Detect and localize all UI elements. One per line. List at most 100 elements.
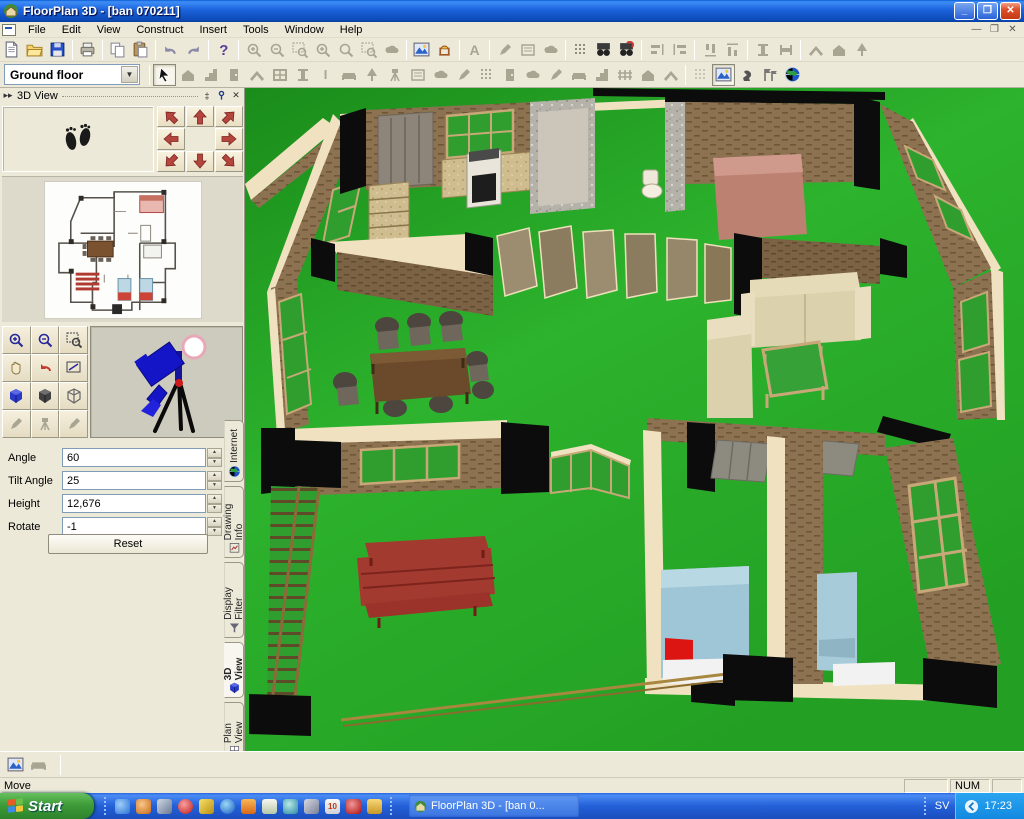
media-app-icon[interactable] xyxy=(178,799,193,814)
view-cone-button[interactable] xyxy=(31,410,60,438)
angle-field[interactable]: 60 xyxy=(62,448,206,467)
restore-button[interactable]: ❐ xyxy=(977,2,998,20)
find-replace-button[interactable] xyxy=(615,39,638,61)
webcam-app-icon[interactable] xyxy=(283,799,298,814)
center-h-button[interactable] xyxy=(804,39,827,61)
zoom-full-view-button[interactable] xyxy=(59,354,88,382)
mdi-close-button[interactable]: ✕ xyxy=(1005,24,1020,35)
security-app-icon[interactable] xyxy=(304,799,319,814)
walk-back-button[interactable] xyxy=(186,151,214,172)
menu-tools[interactable]: Tools xyxy=(235,23,277,37)
floorplan-shortcut-icon[interactable] xyxy=(136,799,151,814)
sun-position-button[interactable] xyxy=(59,410,88,438)
brick-tool-button[interactable] xyxy=(636,64,659,86)
tray-status-icon[interactable] xyxy=(964,799,979,814)
view-3d-button[interactable] xyxy=(712,64,735,86)
roof-tool-button[interactable] xyxy=(245,64,268,86)
shadow-button[interactable] xyxy=(539,39,562,61)
tab-3d-view[interactable]: 3D View xyxy=(224,642,244,698)
align-top-button[interactable] xyxy=(698,39,721,61)
menu-help[interactable]: Help xyxy=(332,23,371,37)
tab-internet[interactable]: Internet xyxy=(224,420,244,482)
tab-drawing-info[interactable]: Drawing Info xyxy=(224,486,244,558)
terrain-tool-button[interactable] xyxy=(452,64,475,86)
annotate-button[interactable] xyxy=(493,39,516,61)
align-left-button[interactable] xyxy=(645,39,668,61)
walk-forward-button[interactable] xyxy=(186,106,214,127)
opening-tool-button[interactable] xyxy=(291,64,314,86)
internet-explorer-icon[interactable] xyxy=(115,799,130,814)
pan-view-button[interactable] xyxy=(380,39,403,61)
panel-resize-icon[interactable]: ‡ xyxy=(202,91,212,101)
zoom-previous-button[interactable] xyxy=(334,39,357,61)
tilt-angle-spinner[interactable]: ▲▼ xyxy=(207,471,222,490)
materials-button[interactable] xyxy=(516,39,539,61)
beam-tool-button[interactable]: I xyxy=(314,64,337,86)
hidden-line-button[interactable] xyxy=(31,382,60,410)
snap-grid-button[interactable] xyxy=(569,39,592,61)
wall-tool-button[interactable] xyxy=(176,64,199,86)
zoom-region-button[interactable] xyxy=(59,326,88,354)
height-field[interactable]: 12,676 xyxy=(62,494,206,513)
zoom-window-button[interactable] xyxy=(288,39,311,61)
print-button[interactable] xyxy=(76,39,99,61)
center-v-button[interactable] xyxy=(827,39,850,61)
calendar-icon[interactable]: 10 xyxy=(325,799,340,814)
render-scene-button[interactable] xyxy=(410,39,433,61)
menu-construct[interactable]: Construct xyxy=(128,23,191,37)
start-button[interactable]: Start xyxy=(0,793,94,819)
dialer-icon[interactable] xyxy=(346,799,361,814)
undo-button[interactable] xyxy=(159,39,182,61)
walk-up-right-button[interactable] xyxy=(215,106,243,127)
fence-tool-button[interactable] xyxy=(613,64,636,86)
menu-edit[interactable]: Edit xyxy=(54,23,89,37)
wedge-tool-button[interactable] xyxy=(659,64,682,86)
plan-thumbnail[interactable] xyxy=(44,181,202,319)
lighting-button[interactable] xyxy=(433,39,456,61)
bed-tool-button[interactable] xyxy=(590,64,613,86)
text-tool-button[interactable]: A xyxy=(463,39,486,61)
walk-left-button[interactable] xyxy=(157,128,185,149)
tilt-angle-field[interactable]: 25 xyxy=(62,471,206,490)
undo-view-button[interactable] xyxy=(31,354,60,382)
hatch-tool-button[interactable] xyxy=(475,64,498,86)
zoom-dynamic-button[interactable] xyxy=(311,39,334,61)
walk-right-button[interactable] xyxy=(215,128,243,149)
plant-tool-button[interactable] xyxy=(360,64,383,86)
chevron-down-icon[interactable]: ▼ xyxy=(121,66,138,83)
align-right-button[interactable] xyxy=(668,39,691,61)
photo-viewer-icon[interactable] xyxy=(241,799,256,814)
dimension-tool-button[interactable] xyxy=(544,64,567,86)
window-tool-button[interactable] xyxy=(268,64,291,86)
furniture-library-button[interactable] xyxy=(27,754,50,776)
save-button[interactable] xyxy=(46,39,69,61)
documents-folder-icon[interactable] xyxy=(367,799,382,814)
solid-render-button[interactable] xyxy=(2,382,31,410)
walk-mode-box[interactable] xyxy=(2,106,154,172)
player-icon[interactable] xyxy=(220,799,235,814)
reset-button[interactable]: Reset xyxy=(48,534,208,554)
pan-hand-button[interactable] xyxy=(2,354,31,382)
copy-button[interactable] xyxy=(106,39,129,61)
taskbar-task-floorplan[interactable]: FloorPlan 3D - [ban 0... xyxy=(409,795,579,817)
select-tool-button[interactable] xyxy=(153,64,176,86)
door-tool-button[interactable] xyxy=(222,64,245,86)
3d-viewport[interactable] xyxy=(245,88,1024,751)
walkthrough-button[interactable] xyxy=(735,64,758,86)
photo-tool-button[interactable] xyxy=(406,64,429,86)
tab-display-filter[interactable]: Display Filter xyxy=(224,562,244,638)
redo-button[interactable] xyxy=(182,39,205,61)
walk-up-left-button[interactable] xyxy=(157,106,185,127)
menu-insert[interactable]: Insert xyxy=(191,23,235,37)
paste-button[interactable] xyxy=(129,39,152,61)
folder-lock-icon[interactable] xyxy=(157,799,172,814)
zoom-out-button[interactable] xyxy=(265,39,288,61)
texture-library-button[interactable] xyxy=(4,754,27,776)
shape-tool-button[interactable] xyxy=(521,64,544,86)
minimize-button[interactable]: _ xyxy=(954,2,975,20)
align-bottom-button[interactable] xyxy=(721,39,744,61)
zoom-in-button[interactable] xyxy=(242,39,265,61)
center-both-button[interactable] xyxy=(850,39,873,61)
pin-icon[interactable] xyxy=(216,90,227,101)
help-button[interactable] xyxy=(212,39,235,61)
